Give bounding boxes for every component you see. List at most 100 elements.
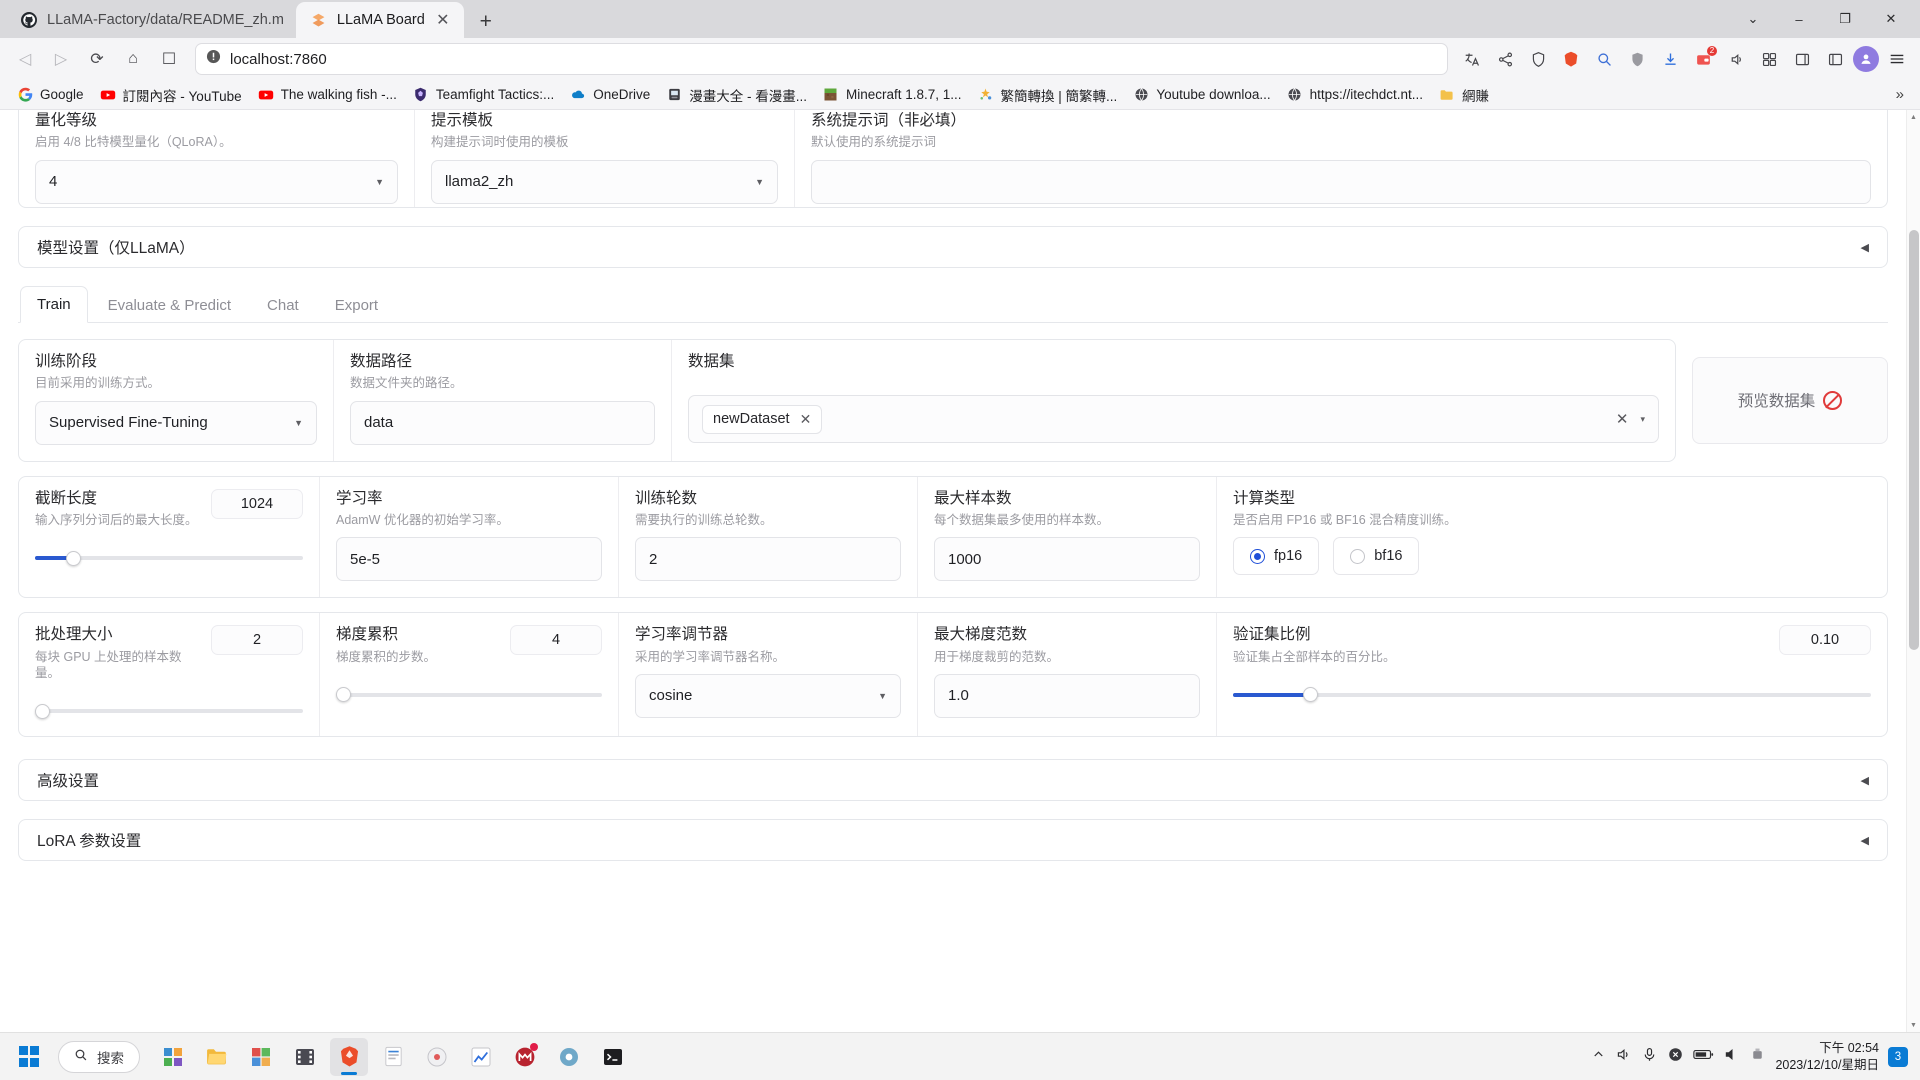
bookmark-item[interactable]: 繁簡轉換 | 簡繁轉... xyxy=(971,82,1125,108)
browser-tab-0[interactable]: LLaMA-Factory/data/README_zh.m xyxy=(6,2,296,38)
bookmark-item[interactable]: 漫畫大全 - 看漫畫... xyxy=(659,82,814,108)
maximize-button[interactable]: ❐ xyxy=(1822,0,1868,38)
template-select[interactable]: llama2_zh ▼ xyxy=(431,159,778,204)
page-scrollbar[interactable]: ▲ ▼ xyxy=(1906,110,1920,1032)
grad-accum-value[interactable]: 4 xyxy=(510,625,602,656)
menu-icon[interactable] xyxy=(1882,45,1912,73)
scrollbar-thumb[interactable] xyxy=(1909,230,1919,650)
panel-icon[interactable] xyxy=(1820,45,1850,73)
speaker-icon[interactable] xyxy=(1721,45,1751,73)
brave-browser-icon[interactable] xyxy=(330,1037,368,1076)
file-explorer-icon[interactable] xyxy=(198,1038,236,1076)
compute-type-option-bf16[interactable]: bf16 xyxy=(1333,537,1420,576)
brave-icon[interactable] xyxy=(1556,45,1586,73)
close-circle-icon[interactable] xyxy=(1667,1046,1684,1068)
taskbar-clock[interactable]: 下午 02:54 2023/12/10/星期日 xyxy=(1775,1040,1879,1074)
slider-handle[interactable] xyxy=(336,687,351,703)
scroll-down-arrow-icon[interactable]: ▼ xyxy=(1907,1018,1920,1032)
grid-icon[interactable] xyxy=(1754,45,1784,73)
usb-icon[interactable] xyxy=(1749,1046,1766,1068)
video-editor-icon[interactable] xyxy=(286,1038,324,1076)
sidebar-icon[interactable] xyxy=(1787,45,1817,73)
tab-export[interactable]: Export xyxy=(319,288,394,323)
close-window-button[interactable]: ✕ xyxy=(1868,0,1914,38)
store-icon[interactable] xyxy=(242,1038,280,1076)
forward-icon[interactable]: ▷ xyxy=(44,42,78,76)
lora-settings-accordion[interactable]: LoRA 参数设置 ◀ xyxy=(18,819,1888,862)
gear-app-icon[interactable] xyxy=(550,1038,588,1076)
widgets-icon[interactable] xyxy=(154,1038,192,1076)
batch-size-value[interactable]: 2 xyxy=(211,625,303,656)
quantization-select[interactable]: 4 ▼ xyxy=(35,159,398,204)
home-icon[interactable]: ⌂ xyxy=(116,42,150,76)
chevron-down-icon[interactable]: ▾ xyxy=(1640,414,1645,425)
chart-app-icon[interactable] xyxy=(462,1038,500,1076)
dataset-multiselect[interactable]: newDataset ✕ ✕ ▾ xyxy=(688,395,1659,444)
epochs-input[interactable]: 2 xyxy=(635,537,901,582)
clear-selection-icon[interactable]: ✕ xyxy=(1616,410,1629,428)
grad-accum-slider[interactable] xyxy=(336,686,602,704)
dataset-token[interactable]: newDataset ✕ xyxy=(702,404,823,434)
chevron-up-icon[interactable] xyxy=(1591,1047,1606,1067)
tab-evaluate-predict[interactable]: Evaluate & Predict xyxy=(92,288,247,323)
shield-ext-icon[interactable] xyxy=(1622,45,1652,73)
max-grad-norm-input[interactable]: 1.0 xyxy=(934,673,1200,718)
remove-token-icon[interactable]: ✕ xyxy=(800,411,812,428)
bookmark-item[interactable]: Google xyxy=(10,84,91,106)
cutoff-len-value[interactable]: 1024 xyxy=(211,488,303,519)
back-icon[interactable]: ◁ xyxy=(8,42,42,76)
minimize-button[interactable]: – xyxy=(1776,0,1822,38)
bookmarks-overflow-button[interactable]: » xyxy=(1890,86,1910,103)
preview-dataset-button[interactable]: 预览数据集 xyxy=(1692,357,1888,444)
restore-chevron-icon[interactable]: ⌄ xyxy=(1730,0,1776,38)
avatar[interactable] xyxy=(1853,46,1879,72)
slider-handle[interactable] xyxy=(35,703,50,719)
bookmark-item[interactable]: 訂閱內容 - YouTube xyxy=(93,82,249,108)
text-editor-icon[interactable] xyxy=(374,1038,412,1076)
bookmark-item[interactable]: https://itechdct.nt... xyxy=(1280,84,1430,106)
notification-count-badge[interactable]: 3 xyxy=(1888,1046,1908,1067)
lr-scheduler-select[interactable]: cosine ▼ xyxy=(635,673,901,718)
tab-train[interactable]: Train xyxy=(20,286,88,323)
battery-icon[interactable] xyxy=(1693,1047,1714,1067)
bookmark-item[interactable]: Teamfight Tactics:... xyxy=(406,84,561,106)
sound-icon[interactable] xyxy=(1723,1046,1740,1068)
bookmark-item[interactable]: Minecraft 1.8.7, 1... xyxy=(816,84,969,106)
system-prompt-textarea[interactable] xyxy=(811,159,1871,204)
tab-chat[interactable]: Chat xyxy=(251,288,315,323)
terminal-icon[interactable] xyxy=(594,1038,632,1076)
volume-icon[interactable] xyxy=(1615,1046,1632,1068)
address-bar[interactable]: localhost:7860 xyxy=(196,44,1447,74)
val-size-value[interactable]: 0.10 xyxy=(1779,625,1871,656)
data-dir-input[interactable]: data xyxy=(350,400,655,445)
compute-type-option-fp16[interactable]: fp16 xyxy=(1233,537,1320,576)
mic-icon[interactable] xyxy=(1641,1046,1658,1068)
bookmark-item[interactable]: Youtube downloa... xyxy=(1126,84,1277,106)
disc-icon[interactable] xyxy=(418,1038,456,1076)
learning-rate-input[interactable]: 5e-5 xyxy=(336,537,602,582)
mendeley-icon[interactable] xyxy=(506,1038,544,1076)
bookmark-icon[interactable]: ☐ xyxy=(152,42,186,76)
training-stage-select[interactable]: Supervised Fine-Tuning ▼ xyxy=(35,400,317,445)
search-ext-icon[interactable] xyxy=(1589,45,1619,73)
bookmark-item[interactable]: The walking fish -... xyxy=(251,84,404,106)
bookmark-item[interactable]: 網賺 xyxy=(1432,82,1496,108)
start-button[interactable] xyxy=(0,1046,58,1067)
slider-handle[interactable] xyxy=(1302,687,1318,703)
download-icon[interactable] xyxy=(1655,45,1685,73)
cutoff-len-slider[interactable] xyxy=(35,549,303,567)
model-settings-accordion[interactable]: 模型设置（仅LLaMA） ◀ xyxy=(18,226,1888,268)
close-icon[interactable]: ✕ xyxy=(434,11,452,29)
advanced-settings-accordion[interactable]: 高级设置 ◀ xyxy=(18,759,1888,802)
new-tab-button[interactable]: + xyxy=(470,6,502,38)
share-icon[interactable] xyxy=(1490,45,1520,73)
slider-handle[interactable] xyxy=(65,550,81,566)
scroll-up-arrow-icon[interactable]: ▲ xyxy=(1907,110,1920,124)
bookmark-item[interactable]: OneDrive xyxy=(563,84,657,106)
taskbar-search[interactable]: 搜索 xyxy=(58,1040,140,1073)
reload-icon[interactable]: ⟳ xyxy=(80,42,114,76)
val-size-slider[interactable] xyxy=(1233,686,1871,704)
wallet-icon[interactable]: 2 xyxy=(1688,45,1718,73)
shield-icon[interactable] xyxy=(1523,45,1553,73)
translate-icon[interactable] xyxy=(1457,45,1487,73)
